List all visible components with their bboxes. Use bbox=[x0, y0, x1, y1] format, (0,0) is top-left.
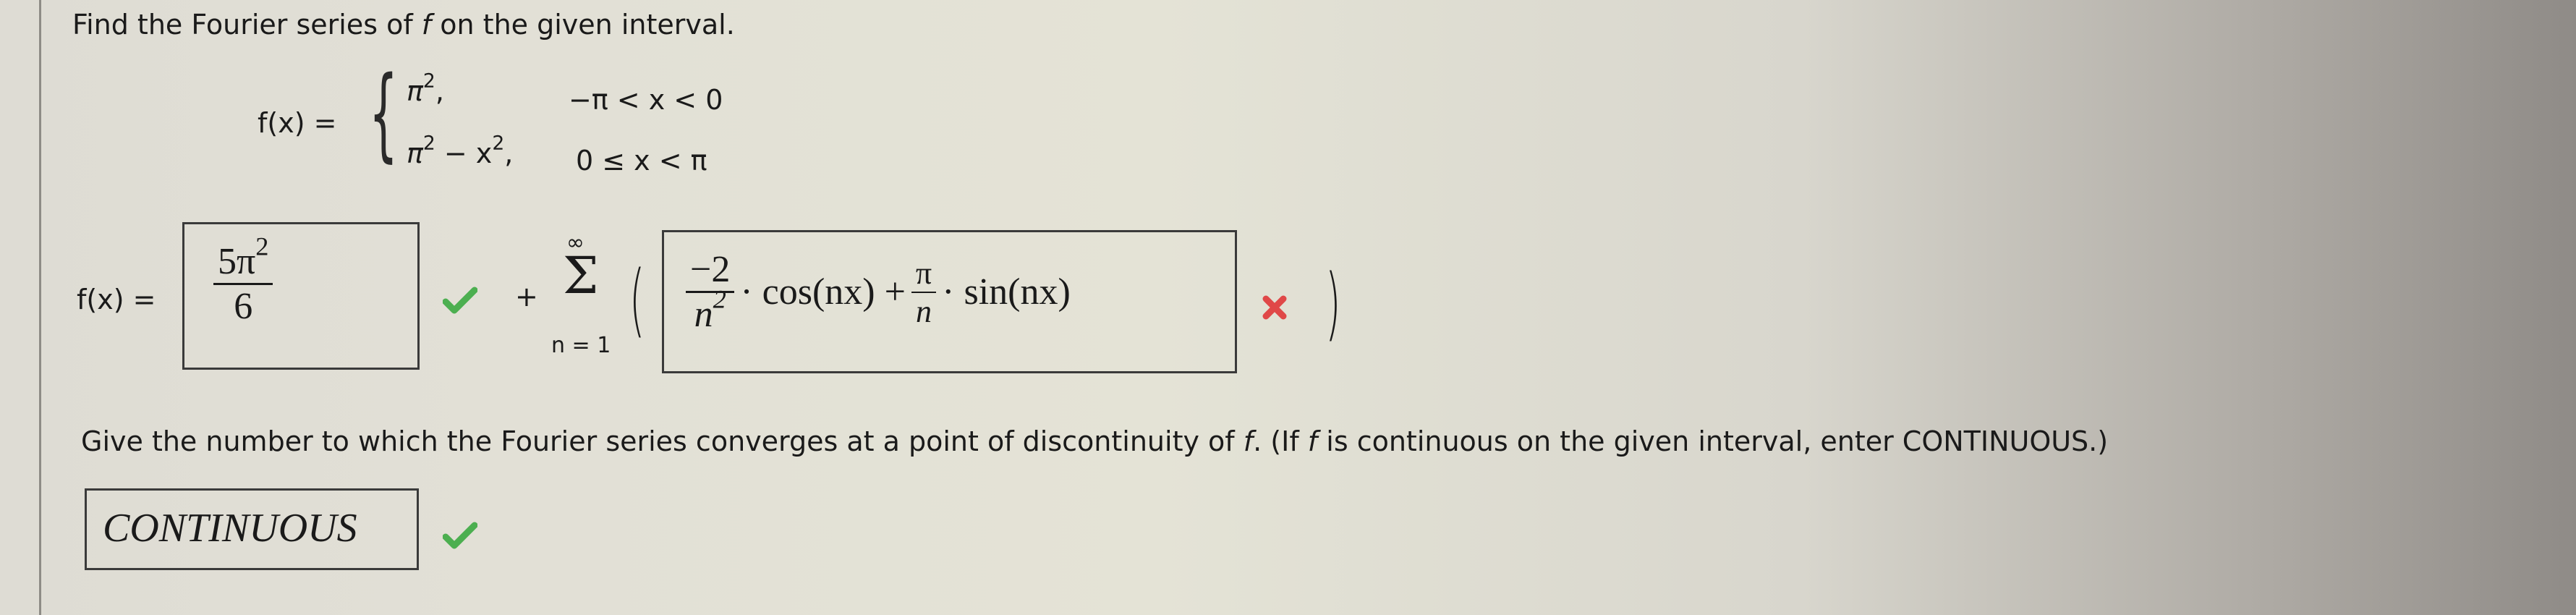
series-lhs: f(x) = bbox=[77, 284, 156, 315]
close-paren: ) bbox=[1325, 257, 1341, 349]
plus-sign: + bbox=[515, 281, 538, 313]
a0-numerator: 5π2 bbox=[218, 232, 269, 282]
prompt-text-end: on the given interval. bbox=[431, 9, 735, 41]
case-2-expr: π2 − x2, bbox=[407, 132, 514, 169]
sin-term: · sin(nx) bbox=[942, 271, 1071, 313]
prompt-text: Find the Fourier series of bbox=[72, 9, 422, 41]
open-paren: ( bbox=[629, 253, 645, 346]
sin-coef-denominator: n bbox=[916, 293, 932, 329]
convergence-answer-field[interactable]: CONTINUOUS bbox=[85, 488, 419, 570]
convergence-question: Give the number to which the Fourier ser… bbox=[81, 425, 2109, 457]
x-icon bbox=[1262, 295, 1287, 320]
cos-coef-numerator: −2 bbox=[690, 249, 731, 290]
check-icon bbox=[443, 522, 477, 549]
sigma-symbol: Σ bbox=[563, 246, 599, 305]
check-icon bbox=[443, 287, 477, 314]
case-1-condition: −π < x < 0 bbox=[569, 84, 723, 116]
sin-coef-numerator: π bbox=[915, 255, 932, 291]
sum-lower-limit: n = 1 bbox=[551, 333, 611, 358]
problem-prompt: Find the Fourier series of f on the give… bbox=[72, 9, 735, 41]
term-expression: −2 n2 · cos(nx) + π n · sin(nx) bbox=[686, 248, 1071, 336]
a0-answer-field[interactable]: 5π2 6 bbox=[182, 222, 420, 370]
case-1-expr: π2, bbox=[407, 69, 444, 107]
case-2-condition: 0 ≤ x < π bbox=[576, 145, 707, 177]
cos-term: · cos(nx) + bbox=[740, 271, 906, 313]
definition-lhs: f(x) = bbox=[258, 107, 337, 139]
a0-denominator: 6 bbox=[234, 286, 253, 327]
cos-coef-denominator: n2 bbox=[694, 284, 726, 335]
prompt-f: f bbox=[421, 9, 432, 41]
a0-fraction: 5π2 6 bbox=[213, 232, 273, 328]
series-term-answer-field[interactable]: −2 n2 · cos(nx) + π n · sin(nx) bbox=[662, 230, 1237, 373]
convergence-answer-value: CONTINUOUS bbox=[103, 506, 357, 551]
page-margin-line bbox=[39, 0, 41, 615]
piecewise-brace: { bbox=[369, 55, 399, 173]
